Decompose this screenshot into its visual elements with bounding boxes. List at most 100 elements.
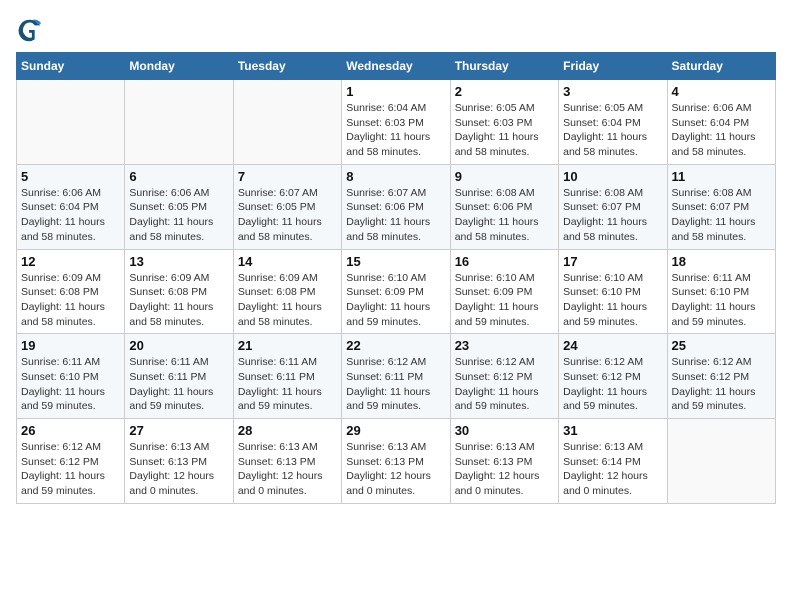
day-number: 25 (672, 338, 771, 353)
day-number: 16 (455, 254, 554, 269)
day-number: 17 (563, 254, 662, 269)
calendar-cell: 29 Sunrise: 6:13 AMSunset: 6:13 PMDayligh… (342, 419, 450, 504)
day-number: 24 (563, 338, 662, 353)
day-number: 8 (346, 169, 445, 184)
day-info: Sunrise: 6:11 AMSunset: 6:11 PMDaylight:… (129, 355, 228, 414)
calendar-cell: 31 Sunrise: 6:13 AMSunset: 6:14 PMDayligh… (559, 419, 667, 504)
logo (16, 16, 48, 44)
calendar-cell: 18Sunrise: 6:11 AMSunset: 6:10 PMDayligh… (667, 249, 775, 334)
day-info: Sunrise: 6:10 AMSunset: 6:09 PMDaylight:… (346, 271, 445, 330)
day-number: 30 (455, 423, 554, 438)
day-number: 2 (455, 84, 554, 99)
weekday-header: Saturday (667, 53, 775, 80)
day-number: 20 (129, 338, 228, 353)
day-info: Sunrise: 6:11 AMSunset: 6:11 PMDaylight:… (238, 355, 337, 414)
calendar-cell: 10Sunrise: 6:08 AMSunset: 6:07 PMDayligh… (559, 164, 667, 249)
calendar-cell: 6 Sunrise: 6:06 AMSunset: 6:05 PMDaylight… (125, 164, 233, 249)
day-number: 7 (238, 169, 337, 184)
calendar-cell: 3 Sunrise: 6:05 AMSunset: 6:04 PMDaylight… (559, 80, 667, 165)
day-info: Sunrise: 6:04 AMSunset: 6:03 PMDaylight:… (346, 101, 445, 160)
calendar-cell: 16 Sunrise: 6:10 AMSunset: 6:09 PMDayligh… (450, 249, 558, 334)
day-number: 1 (346, 84, 445, 99)
day-number: 31 (563, 423, 662, 438)
day-info: Sunrise: 6:06 AMSunset: 6:04 PMDaylight:… (21, 186, 120, 245)
calendar-cell: 17 Sunrise: 6:10 AMSunset: 6:10 PMDayligh… (559, 249, 667, 334)
day-number: 28 (238, 423, 337, 438)
calendar-cell: 5 Sunrise: 6:06 AMSunset: 6:04 PMDaylight… (17, 164, 125, 249)
day-number: 3 (563, 84, 662, 99)
calendar-cell: 22Sunrise: 6:12 AMSunset: 6:11 PMDayligh… (342, 334, 450, 419)
calendar-cell: 7 Sunrise: 6:07 AMSunset: 6:05 PMDaylight… (233, 164, 341, 249)
day-number: 21 (238, 338, 337, 353)
calendar-cell (233, 80, 341, 165)
day-info: Sunrise: 6:13 AMSunset: 6:14 PMDaylight:… (563, 440, 662, 499)
weekday-header: Thursday (450, 53, 558, 80)
calendar-week-row: 19Sunrise: 6:11 AMSunset: 6:10 PMDayligh… (17, 334, 776, 419)
calendar-cell: 13 Sunrise: 6:09 AMSunset: 6:08 PMDayligh… (125, 249, 233, 334)
calendar-cell: 27 Sunrise: 6:13 AMSunset: 6:13 PMDayligh… (125, 419, 233, 504)
day-info: Sunrise: 6:13 AMSunset: 6:13 PMDaylight:… (455, 440, 554, 499)
calendar-cell: 30 Sunrise: 6:13 AMSunset: 6:13 PMDayligh… (450, 419, 558, 504)
calendar-cell (17, 80, 125, 165)
calendar-cell: 20 Sunrise: 6:11 AMSunset: 6:11 PMDayligh… (125, 334, 233, 419)
day-info: Sunrise: 6:05 AMSunset: 6:04 PMDaylight:… (563, 101, 662, 160)
day-number: 5 (21, 169, 120, 184)
calendar-cell: 26 Sunrise: 6:12 AMSunset: 6:12 PMDayligh… (17, 419, 125, 504)
day-info: Sunrise: 6:09 AMSunset: 6:08 PMDaylight:… (21, 271, 120, 330)
day-info: Sunrise: 6:10 AMSunset: 6:09 PMDaylight:… (455, 271, 554, 330)
calendar-cell (667, 419, 775, 504)
day-info: Sunrise: 6:06 AMSunset: 6:05 PMDaylight:… (129, 186, 228, 245)
calendar-cell: 24 Sunrise: 6:12 AMSunset: 6:12 PMDayligh… (559, 334, 667, 419)
day-info: Sunrise: 6:05 AMSunset: 6:03 PMDaylight:… (455, 101, 554, 160)
calendar-week-row: 1 Sunrise: 6:04 AMSunset: 6:03 PMDaylight… (17, 80, 776, 165)
day-info: Sunrise: 6:12 AMSunset: 6:12 PMDaylight:… (563, 355, 662, 414)
day-info: Sunrise: 6:13 AMSunset: 6:13 PMDaylight:… (238, 440, 337, 499)
calendar-week-row: 5 Sunrise: 6:06 AMSunset: 6:04 PMDaylight… (17, 164, 776, 249)
logo-icon (16, 16, 44, 44)
day-number: 12 (21, 254, 120, 269)
weekday-header: Wednesday (342, 53, 450, 80)
day-number: 14 (238, 254, 337, 269)
calendar-cell: 12 Sunrise: 6:09 AMSunset: 6:08 PMDayligh… (17, 249, 125, 334)
day-info: Sunrise: 6:12 AMSunset: 6:12 PMDaylight:… (455, 355, 554, 414)
day-number: 26 (21, 423, 120, 438)
calendar-cell: 23 Sunrise: 6:12 AMSunset: 6:12 PMDayligh… (450, 334, 558, 419)
day-info: Sunrise: 6:13 AMSunset: 6:13 PMDaylight:… (129, 440, 228, 499)
day-info: Sunrise: 6:12 AMSunset: 6:12 PMDaylight:… (672, 355, 771, 414)
day-number: 11 (672, 169, 771, 184)
day-info: Sunrise: 6:11 AMSunset: 6:10 PMDaylight:… (21, 355, 120, 414)
calendar-table: SundayMondayTuesdayWednesdayThursdayFrid… (16, 52, 776, 504)
day-number: 22 (346, 338, 445, 353)
weekday-header: Monday (125, 53, 233, 80)
day-number: 6 (129, 169, 228, 184)
day-info: Sunrise: 6:12 AMSunset: 6:12 PMDaylight:… (21, 440, 120, 499)
day-number: 9 (455, 169, 554, 184)
calendar-cell: 8 Sunrise: 6:07 AMSunset: 6:06 PMDaylight… (342, 164, 450, 249)
calendar-cell: 25 Sunrise: 6:12 AMSunset: 6:12 PMDayligh… (667, 334, 775, 419)
day-info: Sunrise: 6:07 AMSunset: 6:05 PMDaylight:… (238, 186, 337, 245)
calendar-cell: 15Sunrise: 6:10 AMSunset: 6:09 PMDayligh… (342, 249, 450, 334)
calendar-week-row: 26 Sunrise: 6:12 AMSunset: 6:12 PMDayligh… (17, 419, 776, 504)
day-number: 27 (129, 423, 228, 438)
weekday-header: Friday (559, 53, 667, 80)
page-header (16, 16, 776, 44)
day-info: Sunrise: 6:09 AMSunset: 6:08 PMDaylight:… (238, 271, 337, 330)
day-info: Sunrise: 6:07 AMSunset: 6:06 PMDaylight:… (346, 186, 445, 245)
weekday-header: Sunday (17, 53, 125, 80)
calendar-cell: 9 Sunrise: 6:08 AMSunset: 6:06 PMDaylight… (450, 164, 558, 249)
calendar-cell: 1 Sunrise: 6:04 AMSunset: 6:03 PMDaylight… (342, 80, 450, 165)
calendar-cell: 14 Sunrise: 6:09 AMSunset: 6:08 PMDayligh… (233, 249, 341, 334)
day-info: Sunrise: 6:13 AMSunset: 6:13 PMDaylight:… (346, 440, 445, 499)
day-number: 13 (129, 254, 228, 269)
day-info: Sunrise: 6:09 AMSunset: 6:08 PMDaylight:… (129, 271, 228, 330)
day-info: Sunrise: 6:10 AMSunset: 6:10 PMDaylight:… (563, 271, 662, 330)
day-number: 4 (672, 84, 771, 99)
calendar-week-row: 12 Sunrise: 6:09 AMSunset: 6:08 PMDayligh… (17, 249, 776, 334)
day-info: Sunrise: 6:08 AMSunset: 6:07 PMDaylight:… (563, 186, 662, 245)
day-info: Sunrise: 6:11 AMSunset: 6:10 PMDaylight:… (672, 271, 771, 330)
calendar-cell: 19Sunrise: 6:11 AMSunset: 6:10 PMDayligh… (17, 334, 125, 419)
day-number: 23 (455, 338, 554, 353)
day-number: 29 (346, 423, 445, 438)
day-info: Sunrise: 6:08 AMSunset: 6:06 PMDaylight:… (455, 186, 554, 245)
weekday-header-row: SundayMondayTuesdayWednesdayThursdayFrid… (17, 53, 776, 80)
